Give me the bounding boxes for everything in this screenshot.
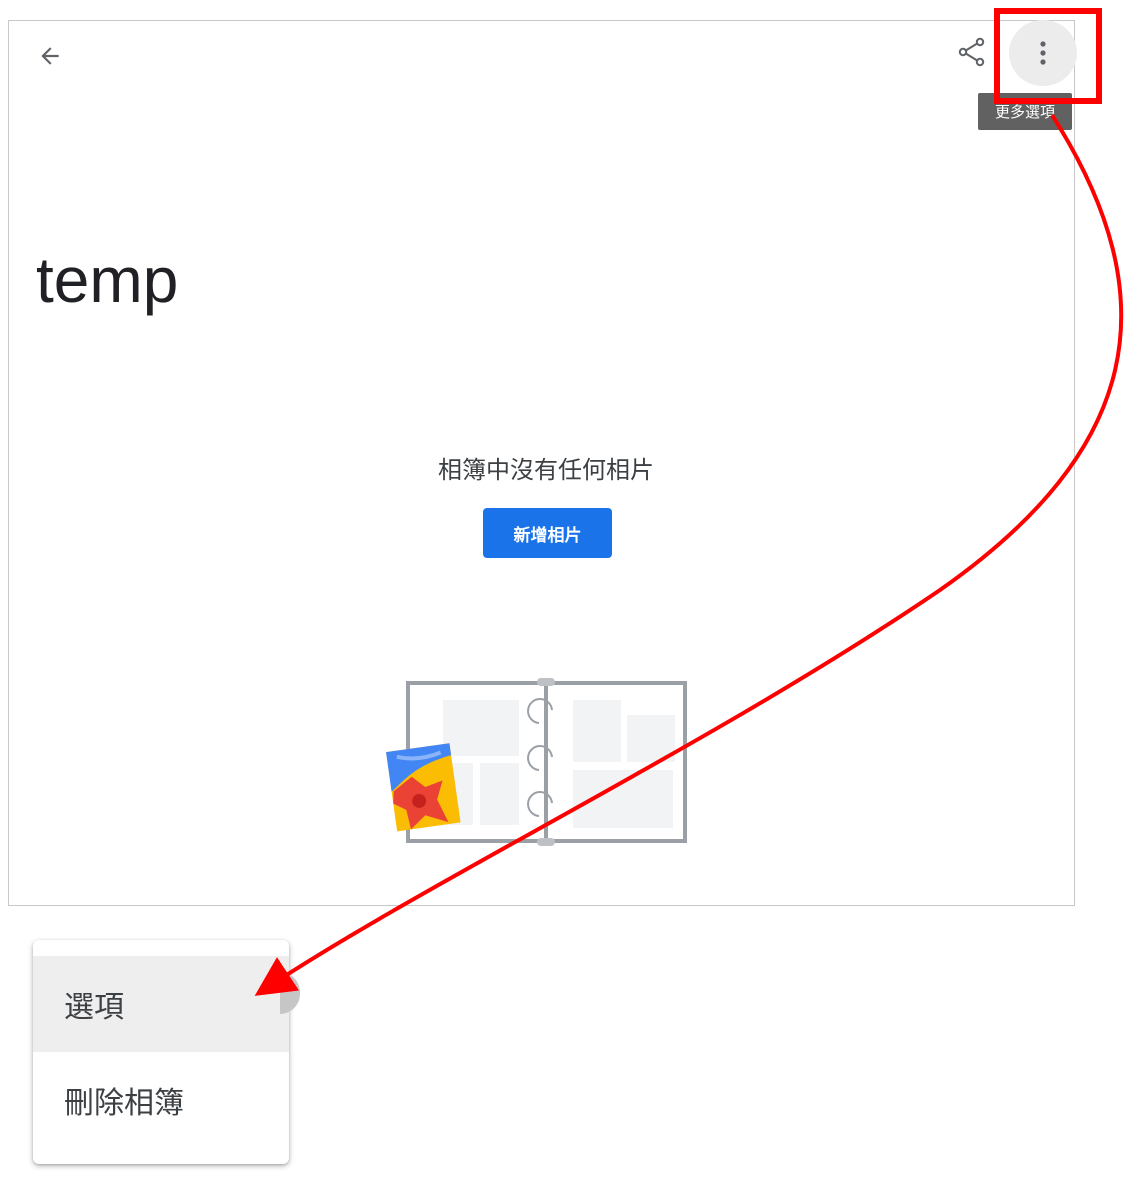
more-options-menu: 選項 刪除相簿 xyxy=(33,940,289,1164)
menu-scroll-handle xyxy=(280,972,300,1014)
share-icon xyxy=(958,37,985,67)
back-button[interactable] xyxy=(30,36,70,76)
more-options-tooltip: 更多選項 xyxy=(978,93,1072,130)
empty-album-message: 相簿中沒有任何相片 xyxy=(438,456,654,484)
share-button[interactable] xyxy=(950,30,994,74)
more-options-button[interactable] xyxy=(1009,20,1077,86)
add-photos-button[interactable]: 新增相片 xyxy=(483,508,612,558)
menu-item-delete-album[interactable]: 刪除相簿 xyxy=(33,1052,289,1148)
album-title: temp xyxy=(36,244,179,316)
empty-album-illustration xyxy=(386,678,687,846)
more-vert-icon xyxy=(1040,41,1046,65)
menu-item-options[interactable]: 選項 xyxy=(33,956,289,1052)
arrow-left-icon xyxy=(41,47,59,65)
